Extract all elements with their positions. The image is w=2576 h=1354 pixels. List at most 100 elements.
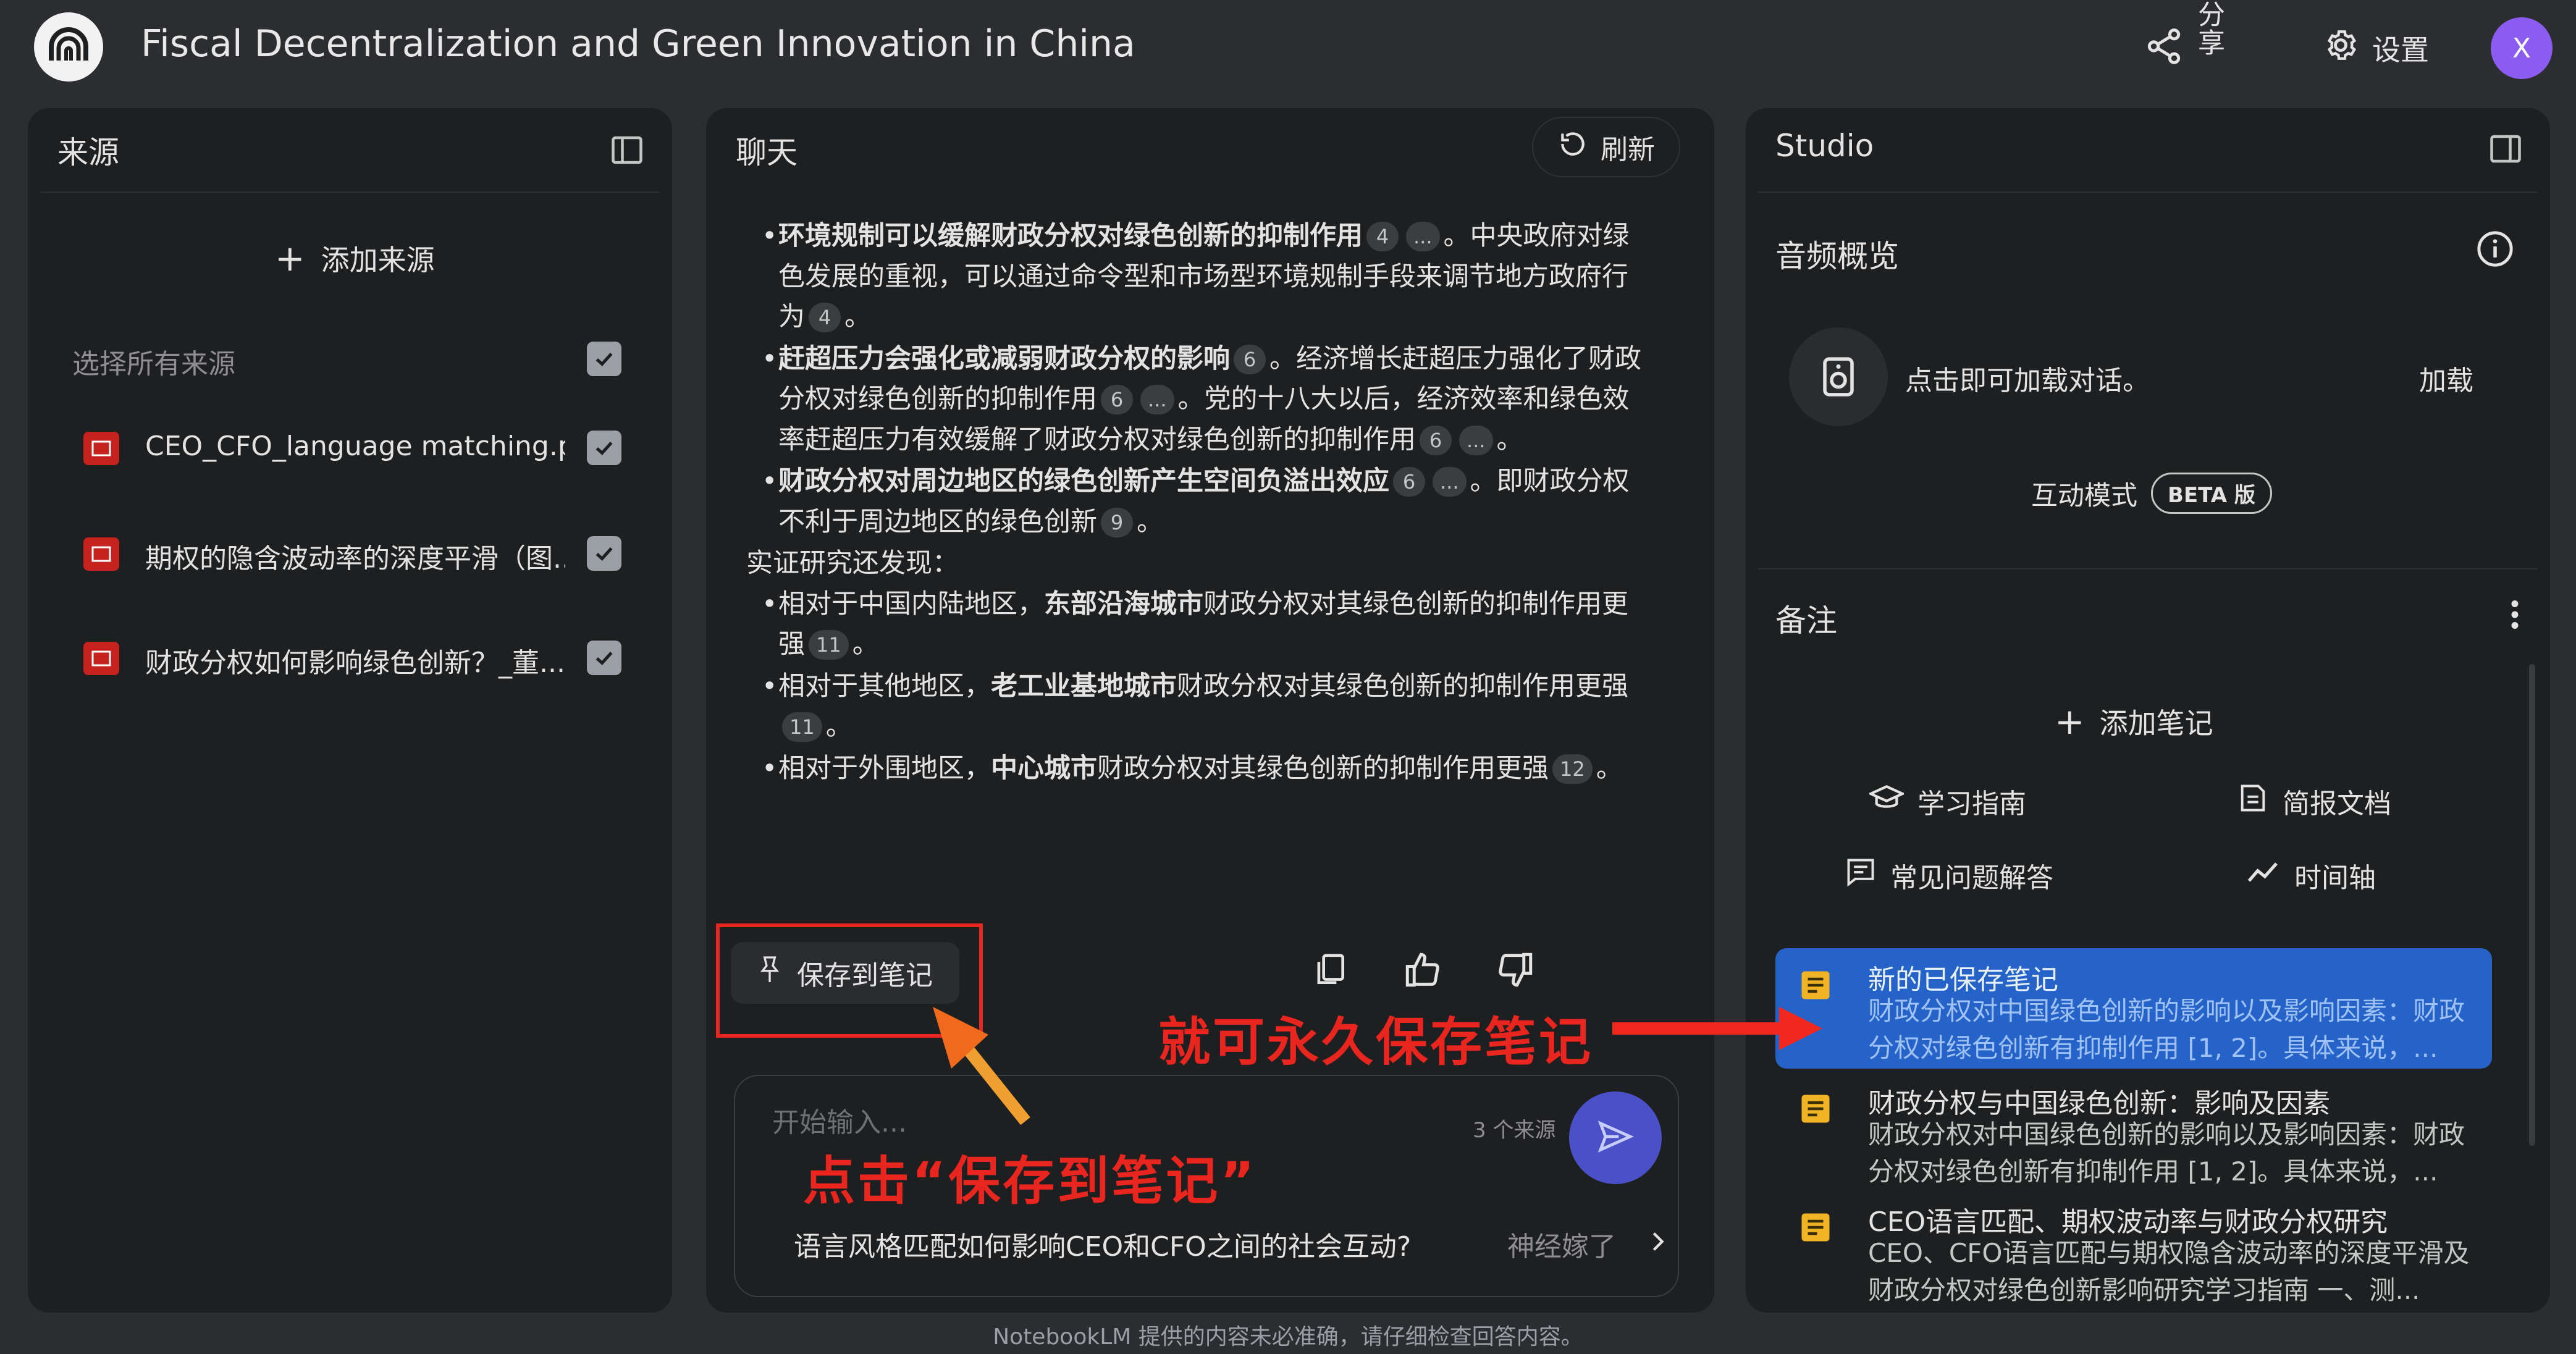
add-note-button[interactable]: + 添加笔记 xyxy=(2055,701,2213,742)
citation-chip[interactable]: 6 xyxy=(1101,385,1133,414)
briefing-doc-button[interactable]: 简报文档 xyxy=(2237,781,2391,821)
settings-label: 设置 xyxy=(2372,33,2429,67)
response-bullet: 赶超压力会强化或减弱财政分权的影响6。经济增长赶超压力强化了财政分权对绿色创新的… xyxy=(740,339,1642,461)
notebook-title[interactable]: Fiscal Decentralization and Green Innova… xyxy=(141,22,1135,65)
app-header: Fiscal Decentralization and Green Innova… xyxy=(0,0,2576,99)
findings-intro: 实证研究还发现： xyxy=(746,548,959,579)
refresh-label: 刷新 xyxy=(1601,134,1655,166)
citation-chip[interactable]: 4 xyxy=(809,303,841,332)
interactive-mode-toggle[interactable]: 互动模式 BETA 版 xyxy=(2031,473,2272,514)
timeline-button[interactable]: 时间轴 xyxy=(2246,856,2376,895)
notebooklm-logo-icon[interactable] xyxy=(34,12,103,82)
briefing-doc-label: 简报文档 xyxy=(2283,788,2391,820)
citation-chip[interactable]: 11 xyxy=(809,630,849,660)
note-title: 新的已保存笔记 xyxy=(1868,964,2058,996)
source-checkbox[interactable] xyxy=(587,641,621,675)
note-preview: CEO、CFO语言匹配与期权隐含波动率的深度平滑及财政分权对绿色创新影响研究学习… xyxy=(1868,1238,2470,1305)
citation-chip[interactable]: ... xyxy=(1140,385,1174,414)
share-label: 分享 xyxy=(2193,0,2225,57)
thumbs-down-icon[interactable] xyxy=(1491,945,1540,994)
chat-bubble-icon xyxy=(1845,856,1877,895)
note-item[interactable]: 新的已保存笔记 财政分权对中国绿色创新的影响以及影响因素：财政分权对绿色创新有抑… xyxy=(1775,948,2492,1069)
citation-chip[interactable]: 6 xyxy=(1393,467,1425,497)
note-item[interactable]: 财政分权与中国绿色创新：影响及因素 财政分权对中国绿色创新的影响以及影响因素：财… xyxy=(1775,1072,2492,1192)
divider xyxy=(1758,191,2538,193)
citation-chip[interactable]: 12 xyxy=(1552,754,1593,784)
annotation-text: 点击“保存到笔记” xyxy=(803,1151,1257,1211)
bullet-heading: 环境规制可以缓解财政分权对绿色创新的抑制作用 xyxy=(778,221,1363,251)
add-note-label: 添加笔记 xyxy=(2099,707,2213,740)
copy-icon[interactable] xyxy=(1305,945,1355,994)
add-source-button[interactable]: + 添加来源 xyxy=(275,238,435,279)
citation-chip[interactable]: 9 xyxy=(1101,507,1133,537)
suggested-question[interactable]: 神经嫁了 xyxy=(1507,1224,1616,1264)
response-bullet: 财政分权对周边地区的绿色创新产生空间负溢出效应6...。即财政分权不利于周边地区… xyxy=(740,461,1642,542)
citation-chip[interactable]: ... xyxy=(1406,222,1440,251)
source-name: 期权的隐含波动率的深度平滑（图... xyxy=(145,543,565,574)
source-count: 3 个来源 xyxy=(1473,1118,1556,1143)
audio-speaker-icon xyxy=(1789,327,1888,426)
load-audio-button[interactable]: 加载 xyxy=(2419,358,2473,398)
citation-chip[interactable]: ... xyxy=(1433,467,1467,497)
source-item[interactable]: 财政分权如何影响绿色创新？_董... xyxy=(83,634,639,684)
source-checkbox[interactable] xyxy=(587,536,621,571)
finding-bold: 老工业基地城市 xyxy=(991,670,1177,702)
share-button[interactable]: 分享 xyxy=(2144,0,2255,99)
sources-panel: 来源 + 添加来源 选择所有来源 CEO_CFO_language matchi… xyxy=(28,108,672,1313)
citation-chip[interactable]: 11 xyxy=(782,712,822,742)
collapse-panel-icon[interactable] xyxy=(608,132,646,171)
finding-text: 财政分权对其绿色创新的抑制作用更强 xyxy=(1177,670,1628,702)
source-item[interactable]: 期权的隐含波动率的深度平滑（图... xyxy=(83,530,639,579)
timeline-icon xyxy=(2246,859,2281,893)
chat-input[interactable] xyxy=(772,1101,1328,1144)
user-avatar[interactable]: X xyxy=(2491,17,2553,79)
studio-panel-title: Studio xyxy=(1775,128,1874,164)
chevron-right-icon[interactable] xyxy=(1643,1227,1672,1258)
bullet-heading: 赶超压力会强化或减弱财政分权的影响 xyxy=(778,343,1230,374)
finding-text: 相对于其他地区， xyxy=(778,670,991,702)
bullet-end: 。 xyxy=(1496,424,1523,455)
refresh-button[interactable]: 刷新 xyxy=(1532,117,1680,177)
finding-text: 相对于外围地区， xyxy=(778,752,991,784)
annotation-text: 就可永久保存笔记 xyxy=(1158,1012,1594,1072)
source-item[interactable]: CEO_CFO_language matching.pdf xyxy=(83,424,639,474)
send-icon xyxy=(1596,1117,1635,1159)
finding-text: 相对于中国内陆地区， xyxy=(778,588,1044,620)
source-name: CEO_CFO_language matching.pdf xyxy=(145,431,565,462)
info-icon[interactable] xyxy=(2475,229,2515,272)
refresh-icon xyxy=(1557,128,1588,166)
studio-panel: Studio 音频概览 点击即可加载对话。 加载 互动模式 BETA 版 备注 … xyxy=(1746,108,2550,1313)
collapse-panel-icon[interactable] xyxy=(2487,130,2524,170)
select-all-checkbox[interactable] xyxy=(587,342,621,376)
annotation-arrow-right-icon xyxy=(1606,1001,1829,1059)
finding-bullet: 相对于外围地区，中心城市财政分权对其绿色创新的抑制作用更强12。 xyxy=(740,749,1642,789)
response-bullet: 环境规制可以缓解财政分权对绿色创新的抑制作用4...。中央政府对绿色发展的重视，… xyxy=(740,216,1642,338)
interactive-mode-label: 互动模式 xyxy=(2031,480,2137,511)
source-checkbox[interactable] xyxy=(587,431,621,465)
citation-chip[interactable]: 6 xyxy=(1234,344,1266,374)
more-vert-icon[interactable] xyxy=(2502,596,2527,636)
bullet-end: 。 xyxy=(844,301,871,332)
faq-label: 常见问题解答 xyxy=(1890,862,2053,894)
notes-scrollbar[interactable] xyxy=(2529,664,2535,1146)
citation-chip[interactable]: 6 xyxy=(1420,425,1452,455)
note-item[interactable]: CEO语言匹配、期权波动率与财政分权研究 CEO、CFO语言匹配与期权隐含波动率… xyxy=(1775,1190,2492,1311)
settings-button[interactable]: 设置 xyxy=(2323,23,2429,73)
citation-chip[interactable]: 4 xyxy=(1366,222,1399,251)
suggested-question[interactable]: 语言风格匹配如何影响CEO和CFO之间的社会互动? xyxy=(794,1224,1411,1264)
pdf-icon xyxy=(83,432,119,465)
note-title: CEO语言匹配、期权波动率与财政分权研究 xyxy=(1868,1206,2388,1238)
audio-overview-title: 音频概览 xyxy=(1775,238,1899,274)
finding-bold: 东部沿海城市 xyxy=(1044,588,1203,620)
thumbs-up-icon[interactable] xyxy=(1398,945,1447,994)
study-guide-button[interactable]: 学习指南 xyxy=(1867,781,2026,821)
beta-badge: BETA 版 xyxy=(2151,473,2272,514)
faq-button[interactable]: 常见问题解答 xyxy=(1845,856,2053,895)
send-button[interactable] xyxy=(1569,1091,1662,1184)
finding-end: 。 xyxy=(825,711,852,742)
citation-chip[interactable]: ... xyxy=(1459,425,1493,455)
chat-panel-title: 聊天 xyxy=(736,135,798,170)
note-preview: 财政分权对中国绿色创新的影响以及影响因素：财政分权对绿色创新有抑制作用 [1, … xyxy=(1868,1119,2465,1187)
sources-panel-title: 来源 xyxy=(57,135,119,170)
note-icon xyxy=(1797,1209,1834,1248)
